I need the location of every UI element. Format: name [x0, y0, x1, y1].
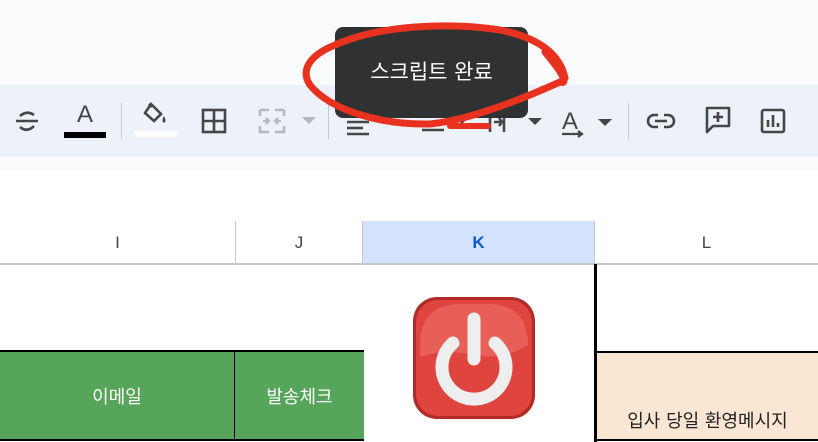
- column-header-bottom-border: [0, 263, 818, 265]
- insert-link-icon[interactable]: [644, 104, 678, 138]
- fill-color-icon: [143, 101, 166, 123]
- column-header-i[interactable]: I: [0, 221, 236, 264]
- power-icon: [413, 297, 535, 419]
- text-color-icon: A: [76, 100, 93, 128]
- email-header-cell[interactable]: 이메일: [0, 350, 236, 441]
- send-check-header-cell[interactable]: 발송체크: [235, 350, 364, 441]
- insert-chart-icon[interactable]: [756, 104, 790, 138]
- run-script-button[interactable]: [411, 295, 537, 421]
- column-header-l[interactable]: L: [595, 221, 818, 264]
- strikethrough-icon[interactable]: [10, 104, 44, 138]
- toolbar-divider: [121, 103, 122, 139]
- column-header-k[interactable]: K: [363, 221, 595, 264]
- welcome-message-header-cell[interactable]: 입사 당일 환영메시지: [597, 351, 818, 441]
- merge-cells-icon[interactable]: [255, 104, 321, 138]
- borders-icon[interactable]: [197, 104, 231, 138]
- toolbar-divider: [328, 103, 329, 139]
- script-complete-tooltip: 스크립트 완료: [335, 27, 528, 118]
- formula-strip: [0, 157, 818, 170]
- toolbar-divider: [628, 103, 629, 139]
- text-color-swatch: [64, 131, 106, 138]
- text-rotation-icon[interactable]: A: [558, 102, 618, 140]
- insert-comment-icon[interactable]: [700, 102, 736, 138]
- fill-color-button[interactable]: [134, 98, 178, 140]
- svg-text:A: A: [562, 108, 578, 135]
- text-color-button[interactable]: A: [62, 100, 108, 140]
- fill-color-swatch: [135, 131, 177, 137]
- column-header-j[interactable]: J: [236, 221, 363, 264]
- tooltip-text: 스크립트 완료: [370, 59, 493, 84]
